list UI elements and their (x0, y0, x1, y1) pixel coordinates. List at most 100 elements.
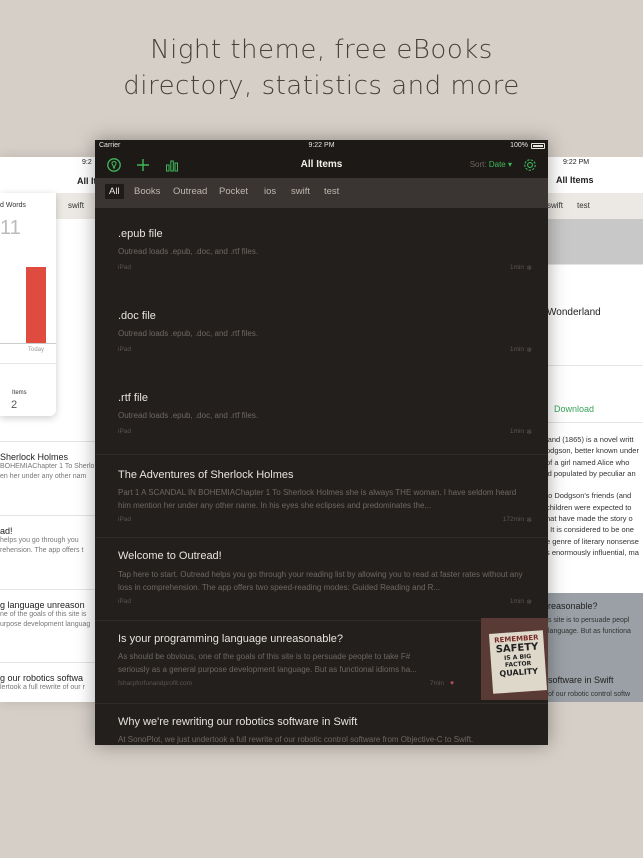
right-divider (546, 422, 643, 423)
right-item-title[interactable]: reasonable? (548, 601, 598, 611)
left-item-line: en her under any other nam (0, 473, 87, 480)
item-description: Outread loads .epub, .doc, and .rtf file… (118, 329, 259, 338)
left-item-line: helps you go through you (0, 537, 79, 544)
left-item-line: BOHEMIAChapter 1 To Sherlo (0, 463, 95, 470)
left-list-item[interactable]: g language unreason ne of the goals of t… (0, 600, 97, 630)
list-item[interactable]: Welcome to Outread! Tap here to start. O… (95, 538, 548, 620)
left-list-item[interactable]: ad! helps you go through you rehension. … (0, 526, 97, 556)
left-list-item[interactable]: Sherlock Holmes BOHEMIAChapter 1 To Sher… (0, 452, 97, 482)
book-desc-line: s enormously influential, ma (546, 547, 639, 557)
stats-axis (0, 343, 56, 344)
left-item-title: Sherlock Holmes (0, 452, 69, 462)
item-read-time: 1min (509, 264, 524, 271)
item-read-time: 7min (429, 680, 444, 687)
right-item-title[interactable]: software in Swift (548, 675, 614, 685)
left-item-line: rehension. The app offers t (0, 547, 84, 554)
item-read-time: 1min (509, 428, 524, 435)
tab-pocket[interactable]: Pocket (219, 186, 248, 197)
gear-icon[interactable] (522, 157, 538, 173)
sort-value: Date ▾ (488, 160, 512, 169)
stats-words-label: d Words (0, 202, 26, 209)
safety-sign-image: REMEMBER SAFETY IS A BIG FACTOR QUALITY (488, 630, 548, 694)
left-item-line: ne of the goals of this site is (0, 611, 87, 618)
article-thumbnail: REMEMBER SAFETY IS A BIG FACTOR QUALITY (481, 618, 548, 700)
item-read-time: 172min (502, 516, 524, 523)
item-source: iPad (118, 516, 132, 523)
battery-percent: 100% (510, 142, 528, 149)
book-title: Wonderland (547, 307, 601, 318)
star-icon[interactable]: ✻ (527, 346, 532, 354)
left-status-time: 9:2 (82, 159, 92, 166)
star-icon[interactable]: ✻ (527, 598, 532, 606)
list-item[interactable]: Why we're rewriting our robotics softwar… (95, 704, 548, 745)
item-description: Part 1 A SCANDAL IN BOHEMIAChapter 1 To … (118, 488, 517, 510)
book-desc-line: ld populated by peculiar an (546, 468, 636, 478)
list-item[interactable]: The Adventures of Sherlock Holmes Part 1… (95, 455, 548, 537)
item-source: iPad (118, 264, 132, 271)
item-read-time: 1min (509, 598, 524, 605)
pocket-icon: ♥ (450, 680, 454, 687)
star-icon[interactable]: ✻ (527, 516, 532, 524)
book-desc-line: children were expected to (546, 502, 632, 512)
item-title: The Adventures of Sherlock Holmes (118, 469, 294, 481)
right-divider (546, 365, 643, 366)
right-background-screen: 9:22 PM All Items swift test Wonderland … (546, 157, 643, 702)
download-button[interactable]: Download (554, 404, 594, 414)
headline-line-2: directory, statistics and more (123, 71, 520, 101)
right-status-time: 9:22 PM (563, 159, 590, 166)
nav-bar: All Items Sort: Date ▾ (95, 153, 548, 178)
right-divider (546, 264, 643, 265)
right-tab-test[interactable]: test (577, 201, 590, 210)
item-title: .doc file (118, 310, 156, 322)
left-list-item[interactable]: g our robotics softwa lertook a full rew… (0, 673, 97, 693)
stats-words-number: 11 (0, 217, 21, 239)
right-item-line: s site is to persuade peopl (548, 617, 630, 624)
battery-icon (531, 143, 545, 149)
stats-bar-today (26, 267, 46, 343)
tab-all[interactable]: All (105, 184, 124, 199)
main-screen: Carrier 9:22 PM 100% All Items Sort: Dat… (95, 140, 548, 745)
star-icon[interactable]: ✻ (527, 264, 532, 272)
right-tab-bar: swift test (546, 193, 643, 219)
tab-ios[interactable]: ios (264, 186, 276, 197)
item-read-time: 1min (509, 346, 524, 353)
tab-books[interactable]: Books (134, 186, 160, 197)
tab-outread[interactable]: Outread (173, 186, 207, 197)
status-time: 9:22 PM (308, 142, 335, 149)
right-nav-title: All Items (556, 175, 594, 185)
item-description: Outread loads .epub, .doc, and .rtf file… (118, 247, 259, 256)
item-description: At SonoPlot, we just undertook a full re… (118, 735, 474, 744)
item-description: Tap here to start. Outread helps you go … (118, 570, 523, 592)
right-item-line: language. But as functiona (548, 628, 631, 635)
item-source: fsharpforfunandprofit.com (118, 680, 193, 687)
right-tab-swift[interactable]: swift (547, 201, 563, 210)
left-divider (0, 662, 97, 663)
book-desc-line: land (1865) is a novel writt (546, 435, 634, 444)
star-icon[interactable]: ✻ (527, 428, 532, 436)
stats-popover: d Words 11 Today Items 2 (0, 193, 56, 416)
status-bar: Carrier 9:22 PM 100% (95, 140, 548, 153)
left-tab-swift[interactable]: swift (68, 201, 84, 210)
list-item[interactable]: .rtf file Outread loads .epub, .doc, and… (95, 372, 548, 454)
right-list-overlay: reasonable? s site is to persuade peopl … (546, 593, 643, 702)
item-source: iPad (118, 346, 132, 353)
item-source: iPad (118, 598, 132, 605)
item-source: iPad (118, 428, 132, 435)
headline-line-1: Night theme, free eBooks (150, 35, 493, 65)
stats-divider (0, 363, 56, 364)
book-desc-line: . It is considered to be one (546, 525, 634, 535)
book-description: land (1865) is a novel writt odgson, bet… (546, 434, 643, 558)
left-divider (0, 441, 97, 442)
list-item[interactable]: .doc file Outread loads .epub, .doc, and… (95, 290, 548, 372)
sort-label: Sort: (469, 160, 487, 169)
sort-control[interactable]: Sort: Date ▾ (470, 160, 512, 169)
book-desc-line: of a girl named Alice who (546, 457, 630, 467)
left-item-line: lertook a full rewrite of our r (0, 684, 85, 691)
tab-swift[interactable]: swift (291, 186, 310, 197)
tab-test[interactable]: test (324, 186, 339, 197)
headline: Night theme, free eBooks directory, stat… (0, 32, 643, 104)
left-item-title: g our robotics softwa (0, 673, 84, 683)
left-nav-title: All It (77, 176, 97, 186)
list-item[interactable]: .epub file Outread loads .epub, .doc, an… (95, 208, 548, 290)
tag-tab-bar: All Books Outread Pocket ios swift test (95, 178, 548, 208)
